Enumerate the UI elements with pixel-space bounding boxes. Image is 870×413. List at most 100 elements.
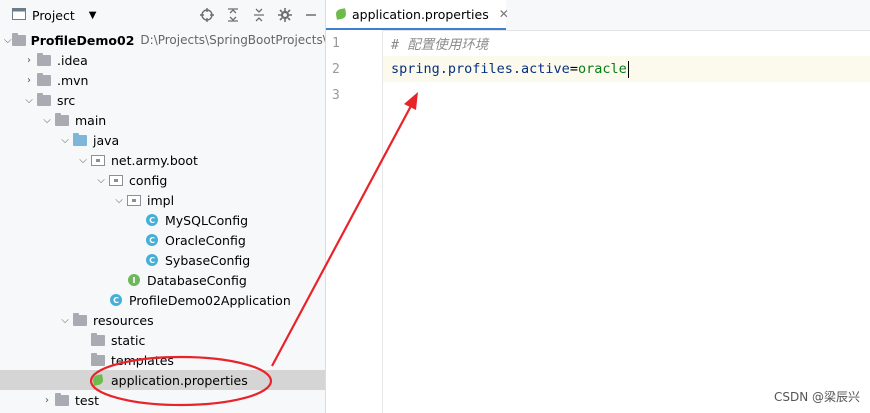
source-folder-icon <box>72 132 88 147</box>
package-icon <box>126 193 142 207</box>
property-separator: = <box>569 61 578 77</box>
tree-item-mvn[interactable]: › .mvn <box>0 70 325 90</box>
tree-item-project-root[interactable]: ⌵ ProfileDemo02 D:\Projects\SpringBootPr… <box>0 30 327 50</box>
chevron-down-icon[interactable]: ⌵ <box>58 315 72 326</box>
code-line[interactable] <box>383 82 870 108</box>
tree-item-label: application.properties <box>111 372 248 388</box>
code-comment: # 配置使用环境 <box>391 37 489 53</box>
folder-icon <box>36 92 52 107</box>
tab-label: application.properties <box>352 6 489 22</box>
tree-item-label: impl <box>147 192 175 208</box>
chevron-down-icon[interactable]: ⌵ <box>4 35 12 46</box>
folder-icon <box>11 32 26 47</box>
chevron-down-icon[interactable]: ▼ <box>89 10 97 21</box>
interface-icon: I <box>126 273 142 287</box>
watermark: CSDN @梁辰兴 <box>773 390 860 404</box>
tab-application-properties[interactable]: application.properties ✕ <box>326 0 509 30</box>
code-area[interactable]: # 配置使用环境 spring.profiles.active = oracle <box>383 30 870 108</box>
line-number: 3 <box>332 87 340 103</box>
code-line-current[interactable]: spring.profiles.active = oracle <box>383 56 870 82</box>
tree-item-oracleconfig[interactable]: C OracleConfig <box>0 230 325 250</box>
tree-item-sybaseconfig[interactable]: C SybaseConfig <box>0 250 325 270</box>
folder-icon <box>54 112 70 127</box>
tree-item-label: resources <box>93 312 154 328</box>
tree-item-profiledemo02application[interactable]: C ProfileDemo02Application <box>0 290 325 310</box>
gear-icon[interactable] <box>277 7 293 23</box>
tree-item-package-config[interactable]: ⌵ config <box>0 170 325 190</box>
chevron-down-icon[interactable]: ⌵ <box>94 175 108 186</box>
spring-properties-icon <box>335 7 347 22</box>
project-panel: Project ▼ ⌵ ProfileDemo02 D:\Projects\Sp… <box>0 0 327 413</box>
folder-icon <box>90 352 106 367</box>
tree-item-label: static <box>111 332 146 348</box>
expand-all-icon[interactable] <box>225 7 241 23</box>
locate-icon[interactable] <box>199 7 215 23</box>
tree-item-resources[interactable]: ⌵ resources <box>0 310 325 330</box>
tree-item-application-properties[interactable]: application.properties <box>0 370 325 390</box>
tree-item-test[interactable]: › test <box>0 390 325 410</box>
chevron-right-icon[interactable]: › <box>40 395 54 406</box>
line-number: 2 <box>332 61 340 77</box>
code-line[interactable]: # 配置使用环境 <box>383 30 870 56</box>
class-icon: C <box>144 233 160 247</box>
tree-item-databaseconfig[interactable]: I DatabaseConfig <box>0 270 325 290</box>
folder-icon <box>36 52 52 67</box>
line-number-gutter: 1 2 3 <box>326 30 383 413</box>
text-caret <box>627 60 630 78</box>
collapse-all-icon[interactable] <box>251 7 267 23</box>
spring-properties-icon <box>90 373 106 387</box>
project-path: D:\Projects\SpringBootProjects\ <box>140 33 327 47</box>
project-title: Project <box>32 7 75 23</box>
folder-icon <box>36 72 52 87</box>
tree-item-label: test <box>75 392 100 408</box>
tree-item-src[interactable]: ⌵ src <box>0 90 325 110</box>
tree-item-label: config <box>129 172 168 188</box>
property-value: oracle <box>577 61 627 77</box>
chevron-down-icon[interactable]: ⌵ <box>76 155 90 166</box>
tree-item-java[interactable]: ⌵ java <box>0 130 325 150</box>
tree-item-label: main <box>75 112 107 128</box>
chevron-down-icon[interactable]: ⌵ <box>40 115 54 126</box>
class-icon: C <box>144 253 160 267</box>
tree-item-idea[interactable]: › .idea <box>0 50 325 70</box>
tree-item-label: net.army.boot <box>111 152 198 168</box>
chevron-right-icon[interactable]: › <box>22 75 36 86</box>
minimize-icon[interactable] <box>303 7 319 23</box>
chevron-down-icon[interactable]: ⌵ <box>112 195 126 206</box>
project-view-selector[interactable]: Project ▼ <box>12 7 97 23</box>
tree-item-label: SybaseConfig <box>165 252 251 268</box>
tree-item-mysqlconfig[interactable]: C MySQLConfig <box>0 210 325 230</box>
tree-item-static[interactable]: static <box>0 330 325 350</box>
tree-item-label: DatabaseConfig <box>147 272 247 288</box>
tree-item-label: ProfileDemo02Application <box>129 292 291 308</box>
spring-class-icon: C <box>108 293 124 307</box>
tree-item-main[interactable]: ⌵ main <box>0 110 325 130</box>
tree-item-label: MySQLConfig <box>165 212 249 228</box>
tree-item-label: ProfileDemo02 <box>30 32 135 48</box>
package-icon <box>108 173 124 187</box>
chevron-down-icon[interactable]: ⌵ <box>22 95 36 106</box>
tree-item-label: src <box>57 92 76 108</box>
class-icon: C <box>144 213 160 227</box>
tree-item-label: OracleConfig <box>165 232 246 248</box>
package-icon <box>90 153 106 167</box>
tree-item-label: java <box>93 132 120 148</box>
resources-folder-icon <box>72 312 88 327</box>
tree-item-templates[interactable]: templates <box>0 350 325 370</box>
project-toolbar: Project ▼ <box>0 0 325 30</box>
tree-item-package-impl[interactable]: ⌵ impl <box>0 190 325 210</box>
editor-pane: application.properties ✕ 1 2 3 # 配置使用环境 … <box>325 0 870 413</box>
chevron-down-icon[interactable]: ⌵ <box>58 135 72 146</box>
tree-item-label: .mvn <box>57 72 89 88</box>
chevron-right-icon[interactable]: › <box>22 55 36 66</box>
tree-item-label: templates <box>111 352 174 368</box>
close-icon[interactable]: ✕ <box>499 7 509 21</box>
tree-item-label: .idea <box>57 52 88 68</box>
editor-tab-bar: application.properties ✕ <box>326 0 870 31</box>
folder-icon <box>54 392 70 407</box>
tree-item-package-net-army-boot[interactable]: ⌵ net.army.boot <box>0 150 325 170</box>
project-window-icon <box>12 7 26 23</box>
folder-icon <box>90 332 106 347</box>
line-number: 1 <box>332 35 340 51</box>
property-key: spring.profiles.active <box>391 61 570 77</box>
